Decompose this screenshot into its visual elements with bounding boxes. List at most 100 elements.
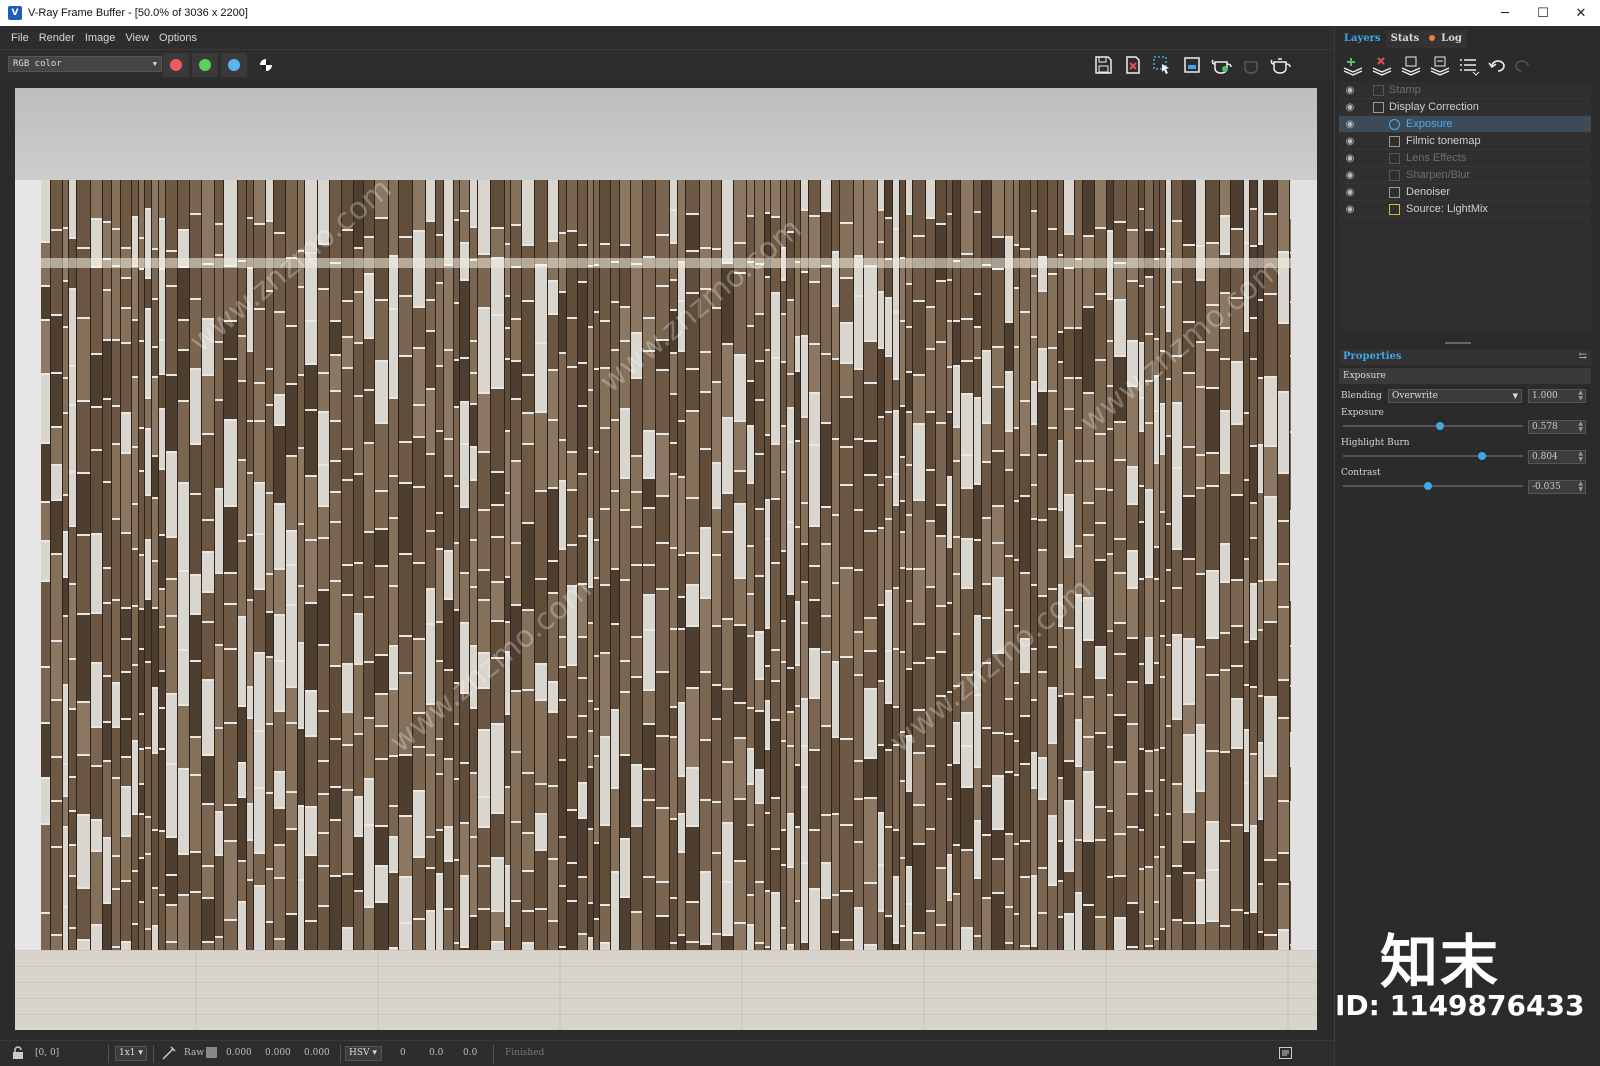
layer-presets-button[interactable]	[1457, 55, 1481, 77]
slat-segment	[809, 217, 820, 281]
slat-shadow	[820, 180, 821, 950]
slat-segment	[992, 860, 1004, 892]
slat-segment	[274, 846, 285, 877]
layer-row[interactable]: ◉ Stamp	[1339, 82, 1591, 99]
highlight-burn-slider[interactable]	[1343, 452, 1523, 460]
layer-row[interactable]: ◉ Source: LightMix	[1339, 201, 1591, 218]
slat-segment	[1278, 522, 1289, 563]
eye-icon[interactable]: ◉	[1341, 150, 1359, 167]
slat-segment	[1058, 180, 1063, 254]
blending-amount-value: 1.000	[1532, 391, 1558, 401]
log-panel-icon[interactable]	[1279, 1047, 1292, 1059]
layer-name-field[interactable]: Exposure	[1339, 368, 1591, 384]
slat-segment	[375, 827, 388, 865]
eye-icon[interactable]: ◉	[1341, 133, 1359, 150]
tab-layers[interactable]: Layers	[1339, 30, 1386, 48]
stop-render-button[interactable]	[1241, 55, 1263, 75]
mono-toggle-button[interactable]	[255, 55, 277, 75]
image-viewport[interactable]: www.znzmo.com www.znzmo.com www.znzmo.co…	[0, 80, 1334, 1040]
color-picker-icon[interactable]	[162, 1046, 176, 1060]
spinner-icon[interactable]: ▲ ▼	[1578, 421, 1583, 433]
interactive-render-button[interactable]	[1270, 55, 1292, 75]
delete-layer-button[interactable]	[1370, 55, 1394, 77]
blue-channel-button[interactable]	[221, 53, 247, 77]
highlight-burn-field[interactable]: 0.804 ▲ ▼	[1528, 450, 1586, 464]
slat-segment	[1083, 738, 1094, 771]
panel-splitter[interactable]	[1445, 342, 1471, 344]
eye-icon[interactable]: ◉	[1341, 201, 1359, 218]
menu-options[interactable]: Options	[154, 32, 202, 44]
maximize-button[interactable]: ☐	[1524, 0, 1562, 26]
tab-stats[interactable]: Stats	[1385, 30, 1425, 48]
slat-segment	[91, 664, 102, 726]
contrast-slider-handle[interactable]	[1423, 482, 1432, 490]
spinner-icon[interactable]: ▲ ▼	[1578, 481, 1583, 493]
save-image-button[interactable]	[1093, 55, 1115, 75]
slat-segment	[522, 834, 534, 870]
slat-shadow	[547, 180, 548, 950]
slat-segment	[460, 877, 469, 946]
slat-segment	[1095, 524, 1106, 559]
slat-shadow	[341, 180, 342, 950]
slat-segment	[51, 501, 62, 553]
clear-image-button[interactable]	[1122, 55, 1144, 75]
tab-log[interactable]: Log	[1424, 30, 1467, 48]
slat-segment	[893, 589, 899, 648]
layer-row[interactable]: ◉ Display Correction	[1339, 99, 1591, 116]
warning-dot-icon	[1429, 35, 1436, 41]
spinner-icon[interactable]: ▲ ▼	[1578, 451, 1583, 463]
slat-segment	[1075, 462, 1082, 545]
close-button[interactable]: ✕	[1562, 0, 1600, 26]
menu-image[interactable]: Image	[80, 32, 121, 44]
slat-segment	[700, 599, 711, 671]
eye-icon[interactable]: ◉	[1341, 167, 1359, 184]
slat-shadow	[443, 180, 444, 950]
blending-amount-field[interactable]: 1.000 ▲ ▼	[1528, 389, 1586, 403]
eye-icon[interactable]: ◉	[1341, 184, 1359, 201]
minimize-button[interactable]: ─	[1486, 0, 1524, 26]
save-layers-button[interactable]	[1399, 55, 1423, 77]
slat-segment	[1166, 180, 1171, 253]
blending-mode-select[interactable]: Overwrite ▼	[1388, 389, 1522, 403]
slat-segment	[594, 710, 599, 755]
exposure-field[interactable]: 0.578 ▲ ▼	[1528, 420, 1586, 434]
menu-view[interactable]: View	[120, 32, 154, 44]
contrast-field[interactable]: -0.035 ▲ ▼	[1528, 480, 1586, 494]
eye-icon[interactable]: ◉	[1341, 82, 1359, 99]
color-mode-select[interactable]: HSV ▾	[345, 1046, 382, 1061]
pin-icon[interactable]: ⇆	[1579, 349, 1587, 365]
region-render-button[interactable]	[1151, 55, 1173, 75]
menu-render[interactable]: Render	[34, 32, 80, 44]
slat-segment	[342, 929, 353, 950]
zoom-select[interactable]: 1x1 ▾	[115, 1046, 147, 1061]
track-mouse-button[interactable]	[1181, 55, 1203, 75]
eye-icon[interactable]: ◉	[1341, 116, 1359, 133]
contrast-slider[interactable]	[1343, 482, 1523, 490]
menu-file[interactable]: File	[6, 32, 34, 44]
eye-icon[interactable]: ◉	[1341, 99, 1359, 116]
layer-row[interactable]: ◉ Sharpen/Blur	[1339, 167, 1591, 184]
layer-row[interactable]: ◉ Exposure	[1339, 116, 1591, 133]
layer-row[interactable]: ◉ Filmic tonemap	[1339, 133, 1591, 150]
redo-button[interactable]	[1511, 55, 1535, 77]
red-channel-button[interactable]	[163, 53, 189, 77]
exposure-slider[interactable]	[1343, 422, 1523, 430]
channel-select[interactable]: RGB color ▼	[8, 56, 162, 72]
slat-segment	[305, 541, 317, 602]
slat-segment	[1083, 504, 1094, 534]
spinner-icon[interactable]: ▲ ▼	[1578, 390, 1583, 402]
highlight-burn-slider-handle[interactable]	[1477, 452, 1486, 460]
slat-shadow	[1195, 180, 1196, 950]
render-button[interactable]	[1211, 55, 1233, 75]
display-correction-icon	[1373, 102, 1384, 113]
exposure-slider-handle[interactable]	[1436, 422, 1445, 430]
slat-segment	[51, 642, 62, 699]
undo-button[interactable]	[1485, 55, 1509, 77]
lock-icon[interactable]	[12, 1046, 24, 1060]
green-channel-button[interactable]	[192, 53, 218, 77]
add-layer-button[interactable]	[1341, 55, 1365, 77]
layer-row[interactable]: ◉ Denoiser	[1339, 184, 1591, 201]
slat-segment	[1031, 650, 1037, 699]
layer-row[interactable]: ◉ Lens Effects	[1339, 150, 1591, 167]
load-layers-button[interactable]	[1428, 55, 1452, 77]
